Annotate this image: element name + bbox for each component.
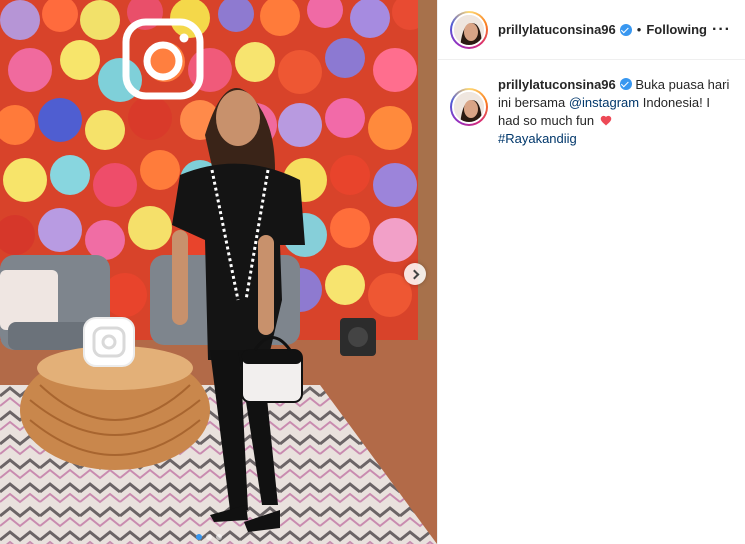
caption-avatar[interactable] [452, 90, 486, 124]
following-button[interactable]: Following [646, 22, 707, 37]
mention-link[interactable]: @instagram [569, 95, 639, 110]
caption-text: prillylatuconsina96 Buka puasa hari ini … [498, 76, 731, 148]
carousel-dot [196, 534, 202, 540]
carousel-dot [216, 534, 222, 540]
instagram-prop-icon [83, 317, 135, 367]
caption-comment: prillylatuconsina96 Buka puasa hari ini … [438, 60, 745, 148]
carousel-next-button[interactable] [404, 263, 426, 285]
avatar-story-ring[interactable] [450, 10, 488, 49]
caption-username[interactable]: prillylatuconsina96 [498, 77, 616, 92]
header-username[interactable]: prillylatuconsina96 [498, 22, 616, 37]
avatar-image [454, 92, 484, 122]
avatar-image [454, 14, 484, 45]
post-photo [0, 0, 437, 544]
chevron-right-icon [409, 269, 419, 279]
caption-avatar-ring[interactable] [450, 88, 488, 126]
avatar[interactable] [452, 12, 486, 47]
hashtag-link[interactable]: #Rayakandiig [498, 131, 577, 146]
post-media[interactable] [0, 0, 437, 544]
post-sidebar: prillylatuconsina96 • Following ··· pril… [437, 0, 745, 544]
red-heart-icon [600, 115, 611, 126]
verified-badge-icon [619, 78, 632, 90]
post-header: prillylatuconsina96 • Following ··· [438, 0, 745, 60]
more-options-icon[interactable]: ··· [712, 21, 731, 39]
separator-dot: • [636, 22, 642, 37]
carousel-dot [206, 534, 212, 540]
carousel-dots [196, 534, 222, 540]
verified-badge-icon [619, 23, 632, 36]
